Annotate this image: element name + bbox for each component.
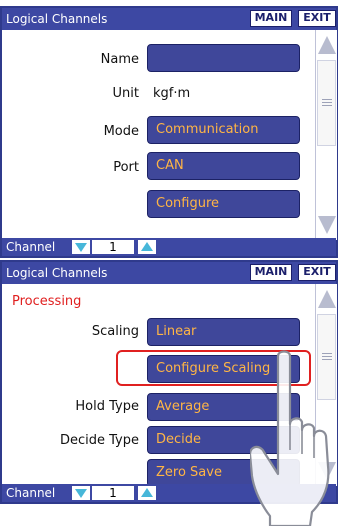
scroll-up-icon[interactable]: [318, 36, 336, 54]
hand-pointer-icon: [250, 350, 330, 526]
channel-value[interactable]: 1: [92, 486, 134, 500]
title-bar: Logical Channels MAIN EXIT: [2, 262, 336, 284]
channel-value[interactable]: 1: [92, 240, 134, 254]
grip-line: [322, 102, 332, 103]
main-button[interactable]: MAIN: [250, 10, 292, 27]
scroll-up-icon[interactable]: [318, 290, 336, 308]
grip-line: [322, 105, 332, 106]
scaling-button[interactable]: Linear: [147, 318, 300, 346]
mode-label: Mode: [103, 124, 139, 139]
decide-type-label: Decide Type: [59, 433, 139, 448]
panel-title: Logical Channels: [6, 266, 108, 280]
main-button[interactable]: MAIN: [250, 264, 292, 281]
scaling-label: Scaling: [91, 324, 139, 339]
unit-label: Unit: [112, 86, 139, 101]
unit-value: kgf·m: [153, 86, 191, 101]
mode-button[interactable]: Communication: [147, 116, 300, 144]
channel-down-icon[interactable]: [72, 240, 90, 254]
channel-label: Channel: [6, 240, 56, 254]
channel-label: Channel: [6, 486, 56, 500]
section-title: Processing: [12, 294, 82, 309]
logical-channels-panel-top: Logical Channels MAIN EXIT Name Unit kgf…: [0, 6, 338, 258]
channel-bar: Channel 1: [2, 238, 336, 256]
scroll-down-icon[interactable]: [318, 216, 336, 234]
exit-button[interactable]: EXIT: [298, 264, 336, 281]
grip-line: [322, 99, 332, 100]
port-label: Port: [113, 160, 139, 175]
panel-title: Logical Channels: [6, 12, 108, 26]
channel-down-icon[interactable]: [72, 486, 90, 500]
name-label: Name: [100, 52, 139, 67]
hold-type-label: Hold Type: [75, 399, 139, 414]
scrollbar[interactable]: [315, 30, 337, 240]
name-field[interactable]: [147, 44, 300, 72]
port-button[interactable]: CAN: [147, 152, 300, 180]
configure-button[interactable]: Configure: [147, 190, 300, 218]
channel-up-icon[interactable]: [138, 486, 156, 500]
title-bar: Logical Channels MAIN EXIT: [2, 8, 336, 30]
scroll-thumb[interactable]: [317, 60, 336, 146]
channel-up-icon[interactable]: [138, 240, 156, 254]
exit-button[interactable]: EXIT: [298, 10, 336, 27]
